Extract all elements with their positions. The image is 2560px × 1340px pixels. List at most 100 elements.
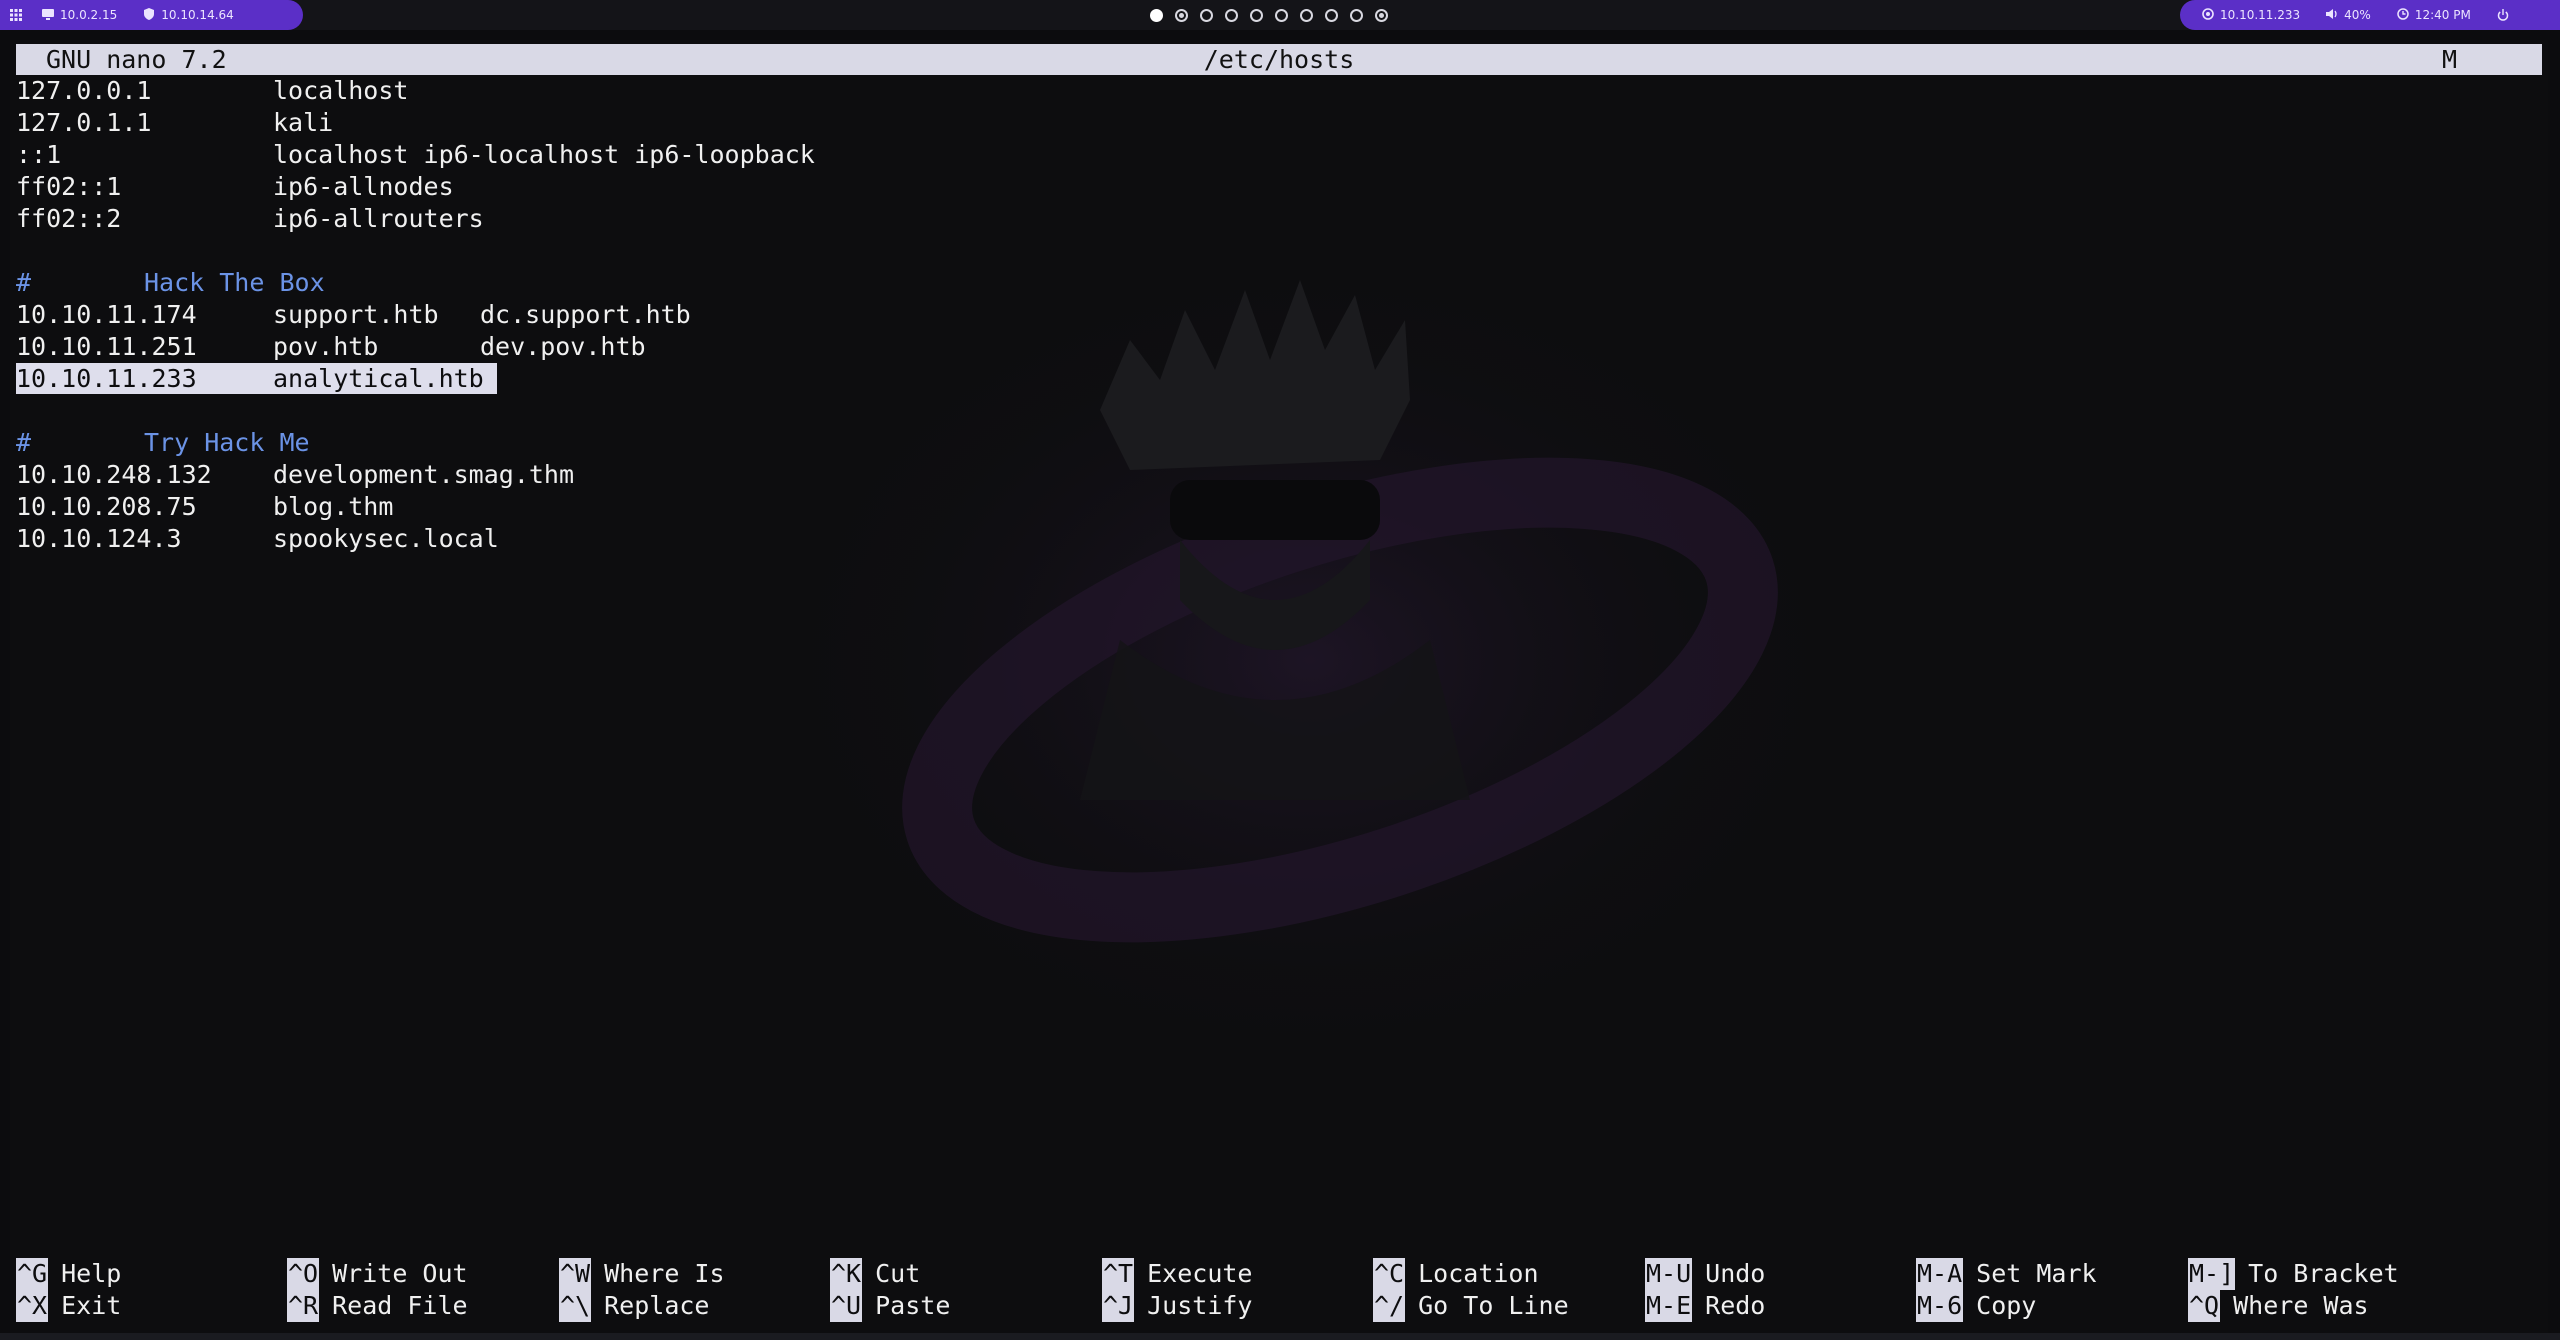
workspace-switcher	[1150, 0, 1388, 30]
workspace-dot-10[interactable]	[1375, 8, 1388, 22]
editor-line[interactable]: 10.10.208.75 blog.thm	[16, 491, 2542, 523]
shortcut-execute[interactable]: ^T Execute	[1102, 1258, 1252, 1290]
shortcut-go-to-line[interactable]: ^/ Go To Line	[1373, 1290, 1569, 1322]
shortcut-paste[interactable]: ^U Paste	[830, 1290, 950, 1322]
editor-line[interactable]: 10.10.248.132 development.smag.thm	[16, 459, 2542, 491]
shortcut-label: Execute	[1147, 1259, 1253, 1288]
shortcut-cut[interactable]: ^K Cut	[830, 1258, 920, 1290]
volume-indicator[interactable]: 40%	[2326, 8, 2371, 23]
shortcut-label: To Bracket	[2248, 1259, 2399, 1288]
shortcut-redo[interactable]: M-E Redo	[1645, 1290, 1765, 1322]
editor-line[interactable]: 127.0.0.1 localhost	[16, 75, 2542, 107]
shortcut-exit[interactable]: ^X Exit	[16, 1290, 121, 1322]
shortcut-label: Help	[61, 1259, 122, 1288]
shortcut-label: Set Mark	[1976, 1259, 2097, 1288]
monitor-icon	[42, 8, 54, 23]
shortcut-help[interactable]: ^G Help	[16, 1258, 121, 1290]
host-alias: dev.pov.htb	[480, 332, 646, 361]
system-status-pill[interactable]: 10.10.11.233 40% 12:40 PM	[2180, 0, 2560, 30]
workspace-dot-6[interactable]	[1275, 8, 1288, 22]
host-ip: 10.10.11.251	[16, 332, 197, 361]
host-ip: 127.0.1.1	[16, 108, 152, 137]
host-ip: 10.10.208.75	[16, 492, 197, 521]
shortcut-key: M-U	[1645, 1258, 1693, 1290]
editor-line[interactable]: ff02::2 ip6-allrouters	[16, 203, 2542, 235]
local-ip-indicator[interactable]: 10.0.2.15	[42, 8, 117, 23]
host-name: blog.thm	[273, 492, 394, 521]
clock-icon	[2397, 7, 2409, 23]
shortcut-label: Where Is	[604, 1259, 725, 1288]
shortcut-set-mark[interactable]: M-A Set Mark	[1916, 1258, 2097, 1290]
editor-line[interactable]: 10.10.11.233 analytical.htb	[16, 363, 2542, 395]
host-name: ip6-allrouters	[273, 204, 484, 233]
editor-line[interactable]: 127.0.1.1 kali	[16, 107, 2542, 139]
shortcut-replace[interactable]: ^\ Replace	[559, 1290, 709, 1322]
workspace-dot-4[interactable]	[1225, 8, 1238, 22]
host-ip: 10.10.11.174	[16, 300, 197, 329]
modified-indicator: M	[2442, 45, 2458, 74]
workspace-dot-5[interactable]	[1250, 8, 1263, 22]
workspace-dot-8[interactable]	[1325, 8, 1338, 22]
workspace-dot-1[interactable]	[1150, 8, 1163, 22]
shortcut-key: M-A	[1916, 1258, 1964, 1290]
shortcut-write-out[interactable]: ^O Write Out	[287, 1258, 468, 1290]
shortcut-label: Cut	[875, 1259, 921, 1288]
vpn-ip-indicator[interactable]: 10.10.14.64	[143, 7, 234, 23]
host-ip: ::1	[16, 140, 62, 169]
shortcut-where-is[interactable]: ^W Where Is	[559, 1258, 725, 1290]
file-name: /etc/hosts	[1203, 45, 1355, 74]
menu-grid-icon[interactable]	[10, 9, 22, 21]
shortcut-read-file[interactable]: ^R Read File	[287, 1290, 468, 1322]
editor-line[interactable]: ff02::1 ip6-allnodes	[16, 171, 2542, 203]
workspace-dot-7[interactable]	[1300, 8, 1313, 22]
comment-hash: #	[16, 428, 32, 457]
host-name: kali	[273, 108, 334, 137]
shortcut-label: Redo	[1705, 1291, 1766, 1320]
comment-text: Try Hack Me	[144, 428, 310, 457]
shortcut-label: Location	[1418, 1259, 1539, 1288]
shortcut-key: ^K	[830, 1258, 863, 1290]
shortcut-key: M-E	[1645, 1290, 1693, 1322]
editor-line[interactable]: 10.10.11.174 support.htb dc.support.htb	[16, 299, 2542, 331]
target-ip-indicator[interactable]: 10.10.11.233	[2202, 7, 2300, 23]
shortcut-justify[interactable]: ^J Justify	[1102, 1290, 1252, 1322]
shortcut-key: ^Q	[2188, 1290, 2221, 1322]
shortcut-copy[interactable]: M-6 Copy	[1916, 1290, 2036, 1322]
target-icon	[2202, 7, 2214, 23]
host-name: development.smag.thm	[273, 460, 575, 489]
editor-line[interactable]: # Hack The Box	[16, 267, 2542, 299]
shortcut-undo[interactable]: M-U Undo	[1645, 1258, 1765, 1290]
shortcut-label: Replace	[604, 1291, 710, 1320]
workspace-dot-9[interactable]	[1350, 8, 1363, 22]
shortcut-key: M-6	[1916, 1290, 1964, 1322]
shortcut-where-was[interactable]: ^Q Where Was	[2188, 1290, 2369, 1322]
workspace-dot-3[interactable]	[1200, 8, 1213, 22]
editor-line[interactable]: ::1 localhost ip6-localhost ip6-loopback	[16, 139, 2542, 171]
host-alias: dc.support.htb	[480, 300, 691, 329]
shortcut-key: ^/	[1373, 1290, 1406, 1322]
shortcut-key: ^U	[830, 1290, 863, 1322]
editor-buffer[interactable]: 127.0.0.1 localhost 127.0.1.1 kali::1 localh…	[16, 75, 2542, 555]
network-status-pill[interactable]: 10.0.2.15 10.10.14.64	[0, 0, 303, 30]
terminal-window[interactable]: GNU nano 7.2 /etc/hosts M 127.0.0.1 local…	[10, 40, 2548, 1333]
editor-line[interactable]: # Try Hack Me	[16, 427, 2542, 459]
shortcut-to-bracket[interactable]: M-] To Bracket	[2188, 1258, 2399, 1290]
power-icon[interactable]	[2497, 9, 2509, 21]
shortcut-label: Where Was	[2233, 1291, 2369, 1320]
shortcut-key: ^R	[287, 1290, 320, 1322]
shortcut-key: ^J	[1102, 1290, 1135, 1322]
shortcut-label: Justify	[1147, 1291, 1253, 1320]
editor-line[interactable]: 10.10.11.251 pov.htb dev.pov.htb	[16, 331, 2542, 363]
host-ip: 10.10.124.3	[16, 524, 182, 553]
shortcut-location[interactable]: ^C Location	[1373, 1258, 1539, 1290]
clock-text: 12:40 PM	[2414, 8, 2471, 22]
shortcut-key: ^W	[559, 1258, 592, 1290]
host-name: localhost ip6-localhost ip6-loopback	[273, 140, 815, 169]
workspace-dot-2[interactable]	[1175, 8, 1188, 22]
editor-line[interactable]	[16, 395, 2542, 427]
top-bar: 10.0.2.15 10.10.14.64 10.10.11.233 40% 1…	[0, 0, 2560, 30]
host-ip: ff02::2	[16, 204, 122, 233]
editor-line[interactable]: 10.10.124.3 spookysec.local	[16, 523, 2542, 555]
editor-line[interactable]	[16, 235, 2542, 267]
clock-indicator[interactable]: 12:40 PM	[2397, 7, 2471, 23]
